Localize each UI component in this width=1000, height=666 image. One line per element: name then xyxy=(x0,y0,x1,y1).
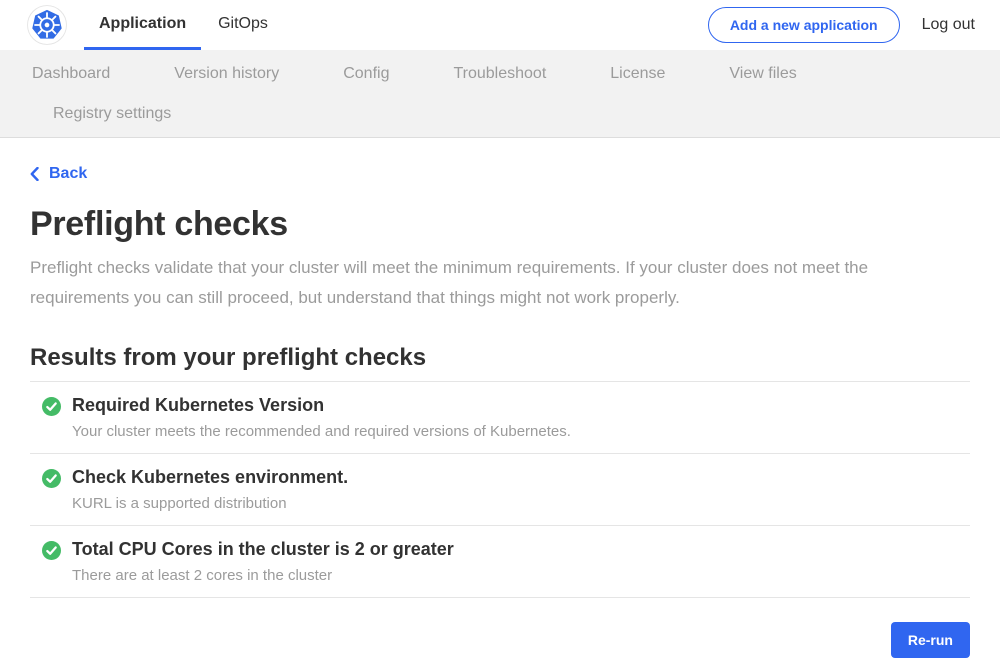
page-actions: Re-run xyxy=(30,622,970,658)
check-message: Your cluster meets the recommended and r… xyxy=(72,423,571,440)
subnav-item-troubleshoot[interactable]: Troubleshoot xyxy=(453,65,546,83)
page-description: Preflight checks validate that your clus… xyxy=(30,253,942,313)
subnav-item-dashboard[interactable]: Dashboard xyxy=(32,65,110,83)
top-nav: Application GitOps xyxy=(83,0,284,50)
check-body: Check Kubernetes environment. KURL is a … xyxy=(72,467,348,512)
tab-gitops-label: GitOps xyxy=(218,15,268,33)
subnav-row-1: Dashboard Version history Config Trouble… xyxy=(32,54,968,94)
add-new-application-button[interactable]: Add a new application xyxy=(708,7,900,43)
app-subnav: Dashboard Version history Config Trouble… xyxy=(0,50,1000,138)
check-circle-icon xyxy=(42,397,61,416)
check-circle-icon xyxy=(42,541,61,560)
results-heading: Results from your preflight checks xyxy=(30,344,970,372)
subnav-item-view-files[interactable]: View files xyxy=(729,65,796,83)
page-title: Preflight checks xyxy=(30,205,970,244)
preflight-check-row: Required Kubernetes Version Your cluster… xyxy=(30,381,970,453)
top-header: Application GitOps Add a new application… xyxy=(0,0,1000,50)
header-actions: Add a new application Log out xyxy=(708,7,975,43)
check-body: Required Kubernetes Version Your cluster… xyxy=(72,395,571,440)
back-link-label: Back xyxy=(49,165,87,183)
subnav-item-config[interactable]: Config xyxy=(343,65,389,83)
tab-gitops[interactable]: GitOps xyxy=(203,0,283,50)
subnav-row-2: Registry settings xyxy=(32,94,968,134)
preflight-check-row: Total CPU Cores in the cluster is 2 or g… xyxy=(30,525,970,597)
preflight-check-row: Check Kubernetes environment. KURL is a … xyxy=(30,453,970,525)
check-circle-icon xyxy=(42,469,61,488)
subnav-item-version-history[interactable]: Version history xyxy=(174,65,279,83)
kubernetes-logo-icon[interactable] xyxy=(27,5,67,45)
check-title: Total CPU Cores in the cluster is 2 or g… xyxy=(72,539,454,560)
check-title: Required Kubernetes Version xyxy=(72,395,571,416)
check-body: Total CPU Cores in the cluster is 2 or g… xyxy=(72,539,454,584)
rerun-button[interactable]: Re-run xyxy=(891,622,970,658)
subnav-item-license[interactable]: License xyxy=(610,65,665,83)
preflight-results-list: Required Kubernetes Version Your cluster… xyxy=(30,381,970,598)
logout-link[interactable]: Log out xyxy=(922,16,975,34)
subnav-item-registry-settings[interactable]: Registry settings xyxy=(53,105,171,123)
preflight-page: Back Preflight checks Preflight checks v… xyxy=(0,138,1000,658)
tab-application[interactable]: Application xyxy=(84,0,201,50)
check-title: Check Kubernetes environment. xyxy=(72,467,348,488)
back-link[interactable]: Back xyxy=(30,165,87,183)
check-message: KURL is a supported distribution xyxy=(72,495,348,512)
check-message: There are at least 2 cores in the cluste… xyxy=(72,567,454,584)
chevron-left-icon xyxy=(30,167,39,181)
tab-application-label: Application xyxy=(99,15,186,33)
